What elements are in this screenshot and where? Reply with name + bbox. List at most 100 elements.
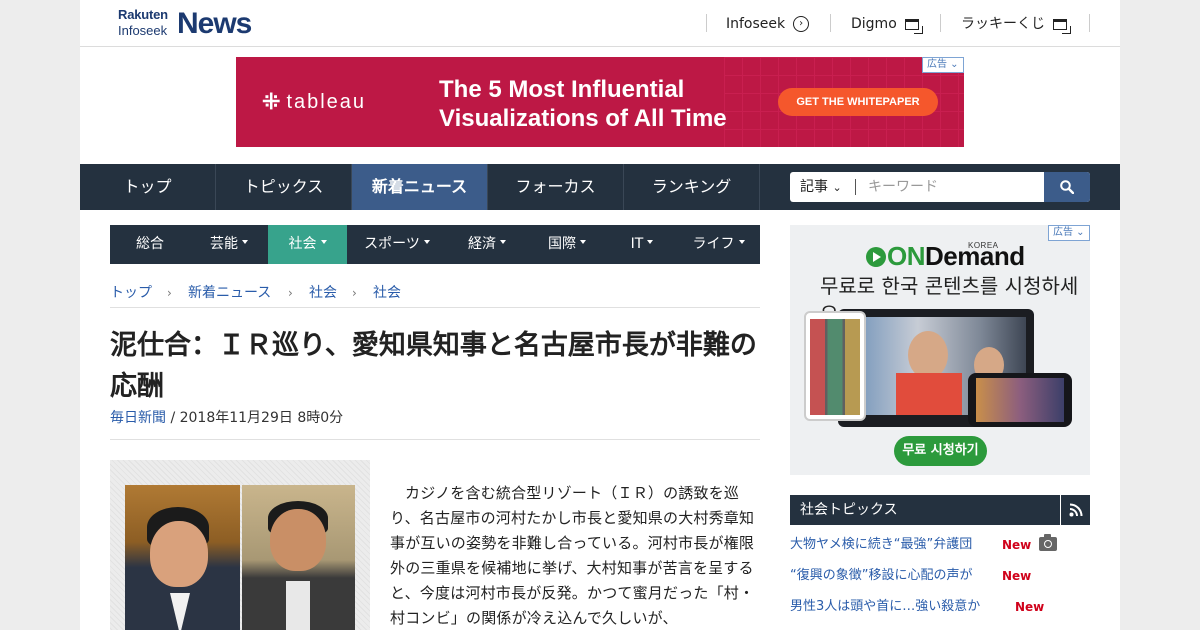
new-window-icon bbox=[904, 18, 923, 34]
main-nav-item-focus[interactable]: フォーカス bbox=[488, 164, 624, 210]
new-badge: New bbox=[1015, 600, 1045, 614]
header-divider bbox=[706, 14, 707, 32]
ad-label-text: 広告 bbox=[1053, 227, 1073, 238]
ad-label-badge[interactable]: 広告 ⌄ bbox=[1048, 225, 1090, 241]
header-divider bbox=[1089, 14, 1090, 32]
main-nav: トップ トピックス 新着ニュース フォーカス ランキング 記事 ⌄ bbox=[80, 164, 1120, 210]
topic-link[interactable]: 大物ヤメ検に続き“最強”弁護団 bbox=[790, 533, 972, 557]
category-label: 総合 bbox=[136, 236, 164, 252]
photo-left-person bbox=[125, 485, 240, 630]
search-bar: 記事 ⌄ bbox=[790, 172, 1090, 202]
site-header: Rakuten Infoseek News Infoseek › Digmo ラ… bbox=[80, 0, 1120, 47]
category-item-entertainment[interactable]: 芸能 bbox=[190, 225, 268, 264]
phone-screen bbox=[976, 378, 1064, 422]
category-item-life[interactable]: ライフ bbox=[677, 225, 760, 264]
ad-brand-logo: ⁜ tableau bbox=[262, 89, 367, 114]
topics-title: 社会トピックス bbox=[800, 502, 898, 518]
header-link-lucky-kuji[interactable]: ラッキーくじ bbox=[961, 14, 1071, 34]
chevron-right-icon: › bbox=[288, 286, 293, 300]
circle-arrow-icon: › bbox=[793, 16, 810, 32]
caret-down-icon bbox=[738, 240, 745, 244]
ad-headline: The 5 Most Influential Visualizations of… bbox=[439, 75, 779, 133]
caret-down-icon bbox=[500, 240, 506, 244]
illustration-person bbox=[908, 331, 948, 379]
ondemand-logo: ONDemand bbox=[866, 241, 1025, 271]
category-label: IT bbox=[630, 236, 644, 252]
category-label: スポーツ bbox=[364, 236, 420, 252]
main-nav-item-new-news[interactable]: 新着ニュース bbox=[352, 164, 488, 210]
breadcrumb: トップ › 新着ニュース › 社会 › 社会 bbox=[110, 280, 760, 308]
logo-brand: Rakuten bbox=[118, 7, 168, 22]
category-label: 芸能 bbox=[210, 236, 238, 252]
main-nav-item-top[interactable]: トップ bbox=[80, 164, 216, 210]
rss-icon bbox=[1069, 503, 1082, 517]
category-nav: 総合 芸能 社会 スポーツ 経済 国際 IT ライフ bbox=[110, 225, 760, 264]
category-item-economy[interactable]: 経済 bbox=[447, 225, 527, 264]
category-item-general[interactable]: 総合 bbox=[110, 225, 190, 264]
search-divider bbox=[855, 179, 856, 195]
ondemand-logo-on: ON bbox=[866, 241, 926, 271]
tablet-illustration bbox=[804, 311, 866, 421]
topic-item: 大物ヤメ検に続き“最強”弁護団 New bbox=[790, 533, 1090, 557]
banner-ad[interactable]: ⁜ tableau The 5 Most Influential Visuali… bbox=[236, 57, 964, 147]
breadcrumb-item[interactable]: 社会 bbox=[373, 282, 401, 304]
header-link-infoseek[interactable]: Infoseek › bbox=[726, 14, 810, 34]
rss-button[interactable] bbox=[1060, 495, 1090, 525]
search-icon bbox=[1060, 180, 1074, 194]
article-date: / 2018年11月29日 8時0分 bbox=[166, 410, 344, 426]
header-link-label: Digmo bbox=[851, 16, 897, 32]
header-divider bbox=[940, 14, 941, 32]
category-label: 経済 bbox=[468, 236, 496, 252]
ad-label-text: 広告 bbox=[927, 59, 947, 70]
caret-down-icon bbox=[580, 240, 586, 244]
photo-shirt bbox=[286, 581, 310, 630]
breadcrumb-item[interactable]: 新着ニュース bbox=[188, 282, 271, 304]
category-item-sports[interactable]: スポーツ bbox=[347, 225, 447, 264]
ondemand-logo-korea: KOREA bbox=[968, 241, 999, 250]
tableau-cross-icon: ⁜ bbox=[262, 89, 281, 114]
category-item-international[interactable]: 国際 bbox=[527, 225, 607, 264]
search-button[interactable] bbox=[1044, 172, 1090, 202]
category-item-it[interactable]: IT bbox=[607, 225, 677, 264]
caret-down-icon bbox=[242, 240, 248, 244]
article-photo[interactable] bbox=[125, 485, 355, 630]
caret-down-icon bbox=[647, 240, 654, 244]
breadcrumb-item[interactable]: トップ bbox=[110, 282, 152, 304]
header-link-digmo[interactable]: Digmo bbox=[851, 14, 923, 34]
article-source-link[interactable]: 毎日新聞 bbox=[110, 410, 166, 426]
divider bbox=[110, 439, 760, 440]
topic-link[interactable]: 男性3人は頭や首に…強い殺意か bbox=[790, 595, 980, 619]
sidebar-ad[interactable]: ONDemand KOREA 무료로 한국 콘텐츠를 시청하세요 무료 시청하기 bbox=[790, 225, 1090, 475]
ad-watch-button[interactable]: 무료 시청하기 bbox=[894, 436, 987, 466]
ad-headline-line2: Visualizations of All Time bbox=[439, 105, 727, 132]
illustration-jacket bbox=[896, 373, 962, 415]
photo-right-person bbox=[242, 485, 355, 630]
article-meta: 毎日新聞 / 2018年11月29日 8時0分 bbox=[110, 408, 343, 428]
devices-illustration bbox=[804, 305, 1074, 430]
category-item-society[interactable]: 社会 bbox=[268, 225, 347, 264]
article-body: カジノを含む統合型リゾート（ＩＲ）の誘致を巡り、名古屋市の河村たかし市長と愛知県… bbox=[390, 484, 755, 627]
breadcrumb-item[interactable]: 社会 bbox=[309, 282, 337, 304]
camera-icon bbox=[1039, 534, 1057, 551]
logo-sub: Infoseek bbox=[118, 23, 168, 38]
logo-news: News bbox=[177, 7, 252, 40]
tablet-screen bbox=[810, 319, 860, 415]
ad-brand-name: tableau bbox=[286, 91, 367, 113]
ad-label-badge[interactable]: 広告 ⌄ bbox=[922, 57, 964, 73]
main-nav-item-ranking[interactable]: ランキング bbox=[624, 164, 760, 210]
header-divider bbox=[830, 14, 831, 32]
ad-cta-button[interactable]: GET THE WHITEPAPER bbox=[778, 88, 938, 116]
search-scope-select[interactable]: 記事 ⌄ bbox=[790, 172, 856, 202]
topic-item: “復興の象徴”移設に心配の声が New bbox=[790, 564, 1090, 588]
caret-down-icon bbox=[423, 240, 430, 244]
category-label: 社会 bbox=[288, 236, 317, 252]
main-nav-item-topics[interactable]: トピックス bbox=[216, 164, 352, 210]
caret-down-icon bbox=[320, 240, 327, 244]
header-link-label: ラッキーくじ bbox=[961, 16, 1045, 32]
topics-header: 社会トピックス bbox=[790, 495, 1090, 525]
header-link-label: Infoseek bbox=[726, 16, 786, 32]
chevron-down-icon: ⌄ bbox=[947, 59, 959, 70]
search-input[interactable] bbox=[860, 172, 1044, 202]
phone-illustration bbox=[968, 373, 1072, 427]
topic-link[interactable]: “復興の象徴”移設に心配の声が bbox=[790, 564, 972, 588]
